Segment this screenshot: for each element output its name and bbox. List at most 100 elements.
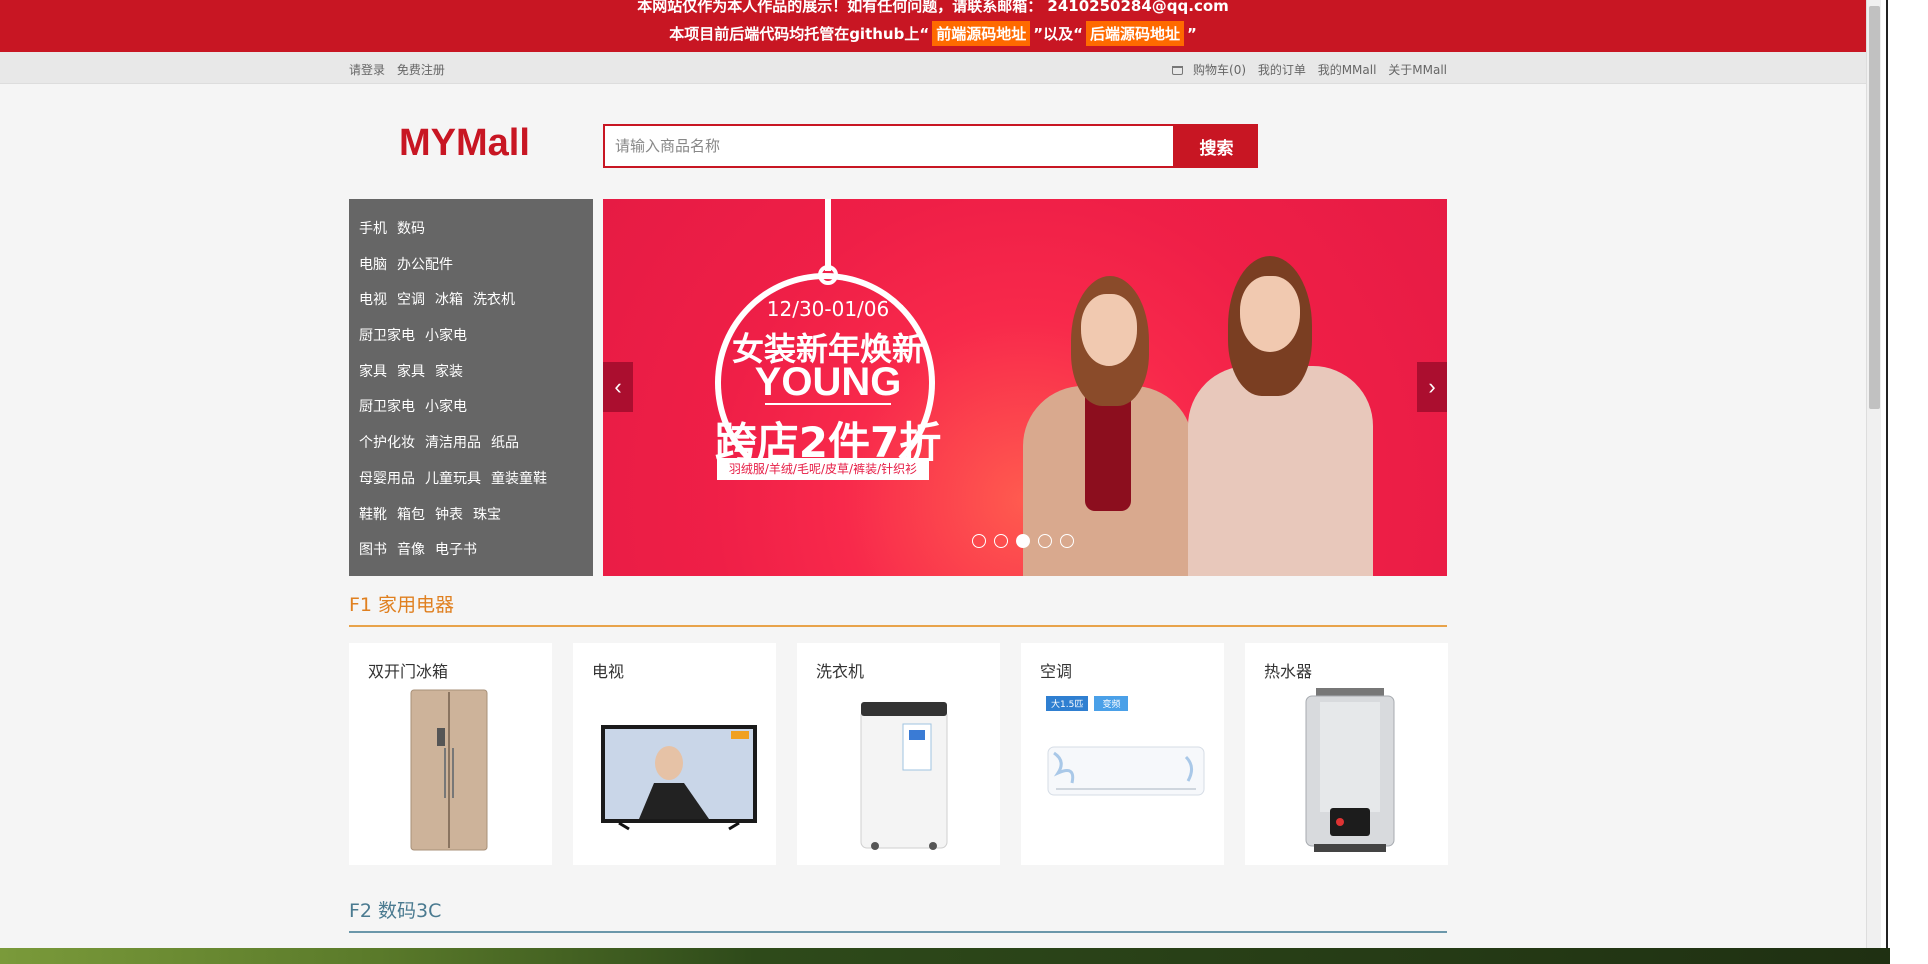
category-link[interactable]: 童装童鞋 bbox=[491, 471, 547, 487]
floor-divider-f1 bbox=[349, 625, 1447, 627]
category-row: 电视 空调 冰箱 洗衣机 bbox=[359, 289, 593, 325]
category-link[interactable]: 电子书 bbox=[435, 542, 477, 558]
page-scrollbar[interactable] bbox=[1866, 0, 1881, 952]
carousel-prev-button[interactable]: ‹ bbox=[603, 362, 633, 412]
product-card-washer[interactable]: 洗衣机 bbox=[797, 643, 1000, 865]
category-link[interactable]: 珠宝 bbox=[473, 507, 501, 523]
category-link[interactable]: 小家电 bbox=[425, 399, 467, 415]
cart-icon bbox=[1172, 66, 1184, 75]
category-link[interactable]: 洗衣机 bbox=[473, 292, 515, 308]
about-link[interactable]: 关于MMall bbox=[1388, 63, 1447, 77]
category-link[interactable]: 数码 bbox=[397, 221, 425, 237]
site-logo[interactable]: MYMall bbox=[399, 122, 530, 165]
carousel-next-button[interactable]: › bbox=[1417, 362, 1447, 412]
my-mall-link[interactable]: 我的MMall bbox=[1318, 63, 1377, 77]
category-link[interactable]: 纸品 bbox=[491, 435, 519, 451]
chevron-right-icon: › bbox=[1428, 374, 1436, 399]
category-link[interactable]: 母婴用品 bbox=[359, 471, 415, 487]
category-row: 母婴用品 儿童玩具 童装童鞋 bbox=[359, 468, 593, 504]
promo-young: YOUNG bbox=[754, 360, 902, 404]
carousel-dot[interactable] bbox=[1060, 534, 1074, 548]
cart-link[interactable]: 购物车(0) bbox=[1172, 63, 1246, 77]
category-link[interactable]: 家具 bbox=[359, 364, 387, 380]
ac-badge: 变频 bbox=[1094, 696, 1129, 711]
category-link[interactable]: 音像 bbox=[397, 542, 425, 558]
login-link[interactable]: 请登录 bbox=[349, 63, 385, 77]
category-row: 手机 数码 bbox=[359, 218, 593, 254]
register-link[interactable]: 免费注册 bbox=[397, 63, 445, 77]
category-link[interactable]: 家装 bbox=[435, 364, 463, 380]
notice-prefix: 本项目前后端代码均托管在github上“ bbox=[669, 25, 930, 43]
promo-tags: 羽绒服/羊绒/毛呢/皮草/裤装/针织衫 bbox=[717, 458, 929, 480]
promo-banner[interactable]: 12/30-01/06 女装新年焕新 YOUNG 跨店2件7折 羽绒服/羊绒/毛… bbox=[603, 199, 1447, 576]
cart-label: 购物车(0) bbox=[1193, 63, 1247, 77]
product-name: 双开门冰箱 bbox=[368, 662, 449, 681]
category-row: 鞋靴 箱包 钟表 珠宝 bbox=[359, 504, 593, 540]
category-row: 电脑 办公配件 bbox=[359, 254, 593, 290]
product-card-ac[interactable]: 空调 大1.5匹 变频 bbox=[1021, 643, 1224, 865]
category-link[interactable]: 图书 bbox=[359, 542, 387, 558]
top-nav-bar: 请登录 免费注册 购物车(0) 我的订单 我的MMall 关于MMall bbox=[0, 52, 1866, 84]
search-input[interactable] bbox=[603, 124, 1175, 168]
promo-divider bbox=[765, 403, 891, 405]
floor-divider-f2 bbox=[349, 931, 1447, 933]
product-name: 空调 bbox=[1040, 662, 1073, 681]
my-orders-link[interactable]: 我的订单 bbox=[1258, 63, 1306, 77]
category-link[interactable]: 空调 bbox=[397, 292, 425, 308]
category-link[interactable]: 清洁用品 bbox=[425, 435, 481, 451]
water-heater-icon bbox=[1305, 688, 1395, 852]
category-link[interactable]: 家具 bbox=[397, 364, 425, 380]
chevron-left-icon: ‹ bbox=[614, 374, 622, 399]
frontend-source-link[interactable]: 前端源码地址 bbox=[932, 21, 1031, 46]
product-card-fridge[interactable]: 双开门冰箱 bbox=[349, 643, 552, 865]
category-menu: 手机 数码 电脑 办公配件 电视 空调 冰箱 洗衣机 厨卫家电 小家电 家具 家具 家装 厨卫家… bbox=[349, 199, 593, 576]
category-link[interactable]: 厨卫家电 bbox=[359, 399, 415, 415]
category-row: 厨卫家电 小家电 bbox=[359, 396, 593, 432]
ac-badge: 大1.5匹 bbox=[1046, 696, 1089, 711]
category-link[interactable]: 手机 bbox=[359, 221, 387, 237]
notice-line-github: 本项目前后端代码均托管在github上“ 前端源码地址 ”以及“ 后端源码地址” bbox=[0, 21, 1866, 46]
carousel-dot[interactable] bbox=[994, 534, 1008, 548]
product-name: 热水器 bbox=[1264, 662, 1313, 681]
banner-hang-line bbox=[825, 199, 831, 271]
category-link[interactable]: 厨卫家电 bbox=[359, 328, 415, 344]
category-row: 图书 音像 电子书 bbox=[359, 539, 593, 575]
notice-line-email: 本网站仅作为本人作品的展示！如有任何问题，请联系邮箱： 2410250284@q… bbox=[637, 0, 1229, 15]
model-right-sweater bbox=[1188, 366, 1373, 576]
carousel-dot[interactable] bbox=[972, 534, 986, 548]
notice-suffix: ” bbox=[1186, 25, 1197, 43]
category-link[interactable]: 个护化妆 bbox=[359, 435, 415, 451]
category-link[interactable]: 电视 bbox=[359, 292, 387, 308]
category-link[interactable]: 钟表 bbox=[435, 507, 463, 523]
category-link[interactable]: 冰箱 bbox=[435, 292, 463, 308]
product-card-water-heater[interactable]: 热水器 bbox=[1245, 643, 1448, 865]
user-links: 购物车(0) 我的订单 我的MMall 关于MMall bbox=[1164, 61, 1447, 78]
floor-title-f2: F2 数码3C bbox=[349, 900, 442, 922]
carousel-dot-active[interactable] bbox=[1016, 534, 1030, 548]
scrollbar-thumb[interactable] bbox=[1869, 6, 1880, 409]
product-card-tv[interactable]: 电视 bbox=[573, 643, 776, 865]
carousel-dot[interactable] bbox=[1038, 534, 1052, 548]
category-link[interactable]: 小家电 bbox=[425, 328, 467, 344]
carousel-indicators bbox=[972, 534, 1082, 552]
notice-middle: ”以及“ bbox=[1033, 25, 1083, 43]
window-edge-divider bbox=[1886, 0, 1888, 964]
tv-icon bbox=[601, 725, 757, 831]
window-edge bbox=[1881, 0, 1928, 964]
category-link[interactable]: 电脑 bbox=[359, 257, 387, 273]
desktop-taskbar bbox=[0, 948, 1890, 964]
ac-badges: 大1.5匹 变频 bbox=[1046, 696, 1129, 711]
category-row: 家具 家具 家装 bbox=[359, 361, 593, 397]
category-link[interactable]: 鞋靴 bbox=[359, 507, 387, 523]
category-link[interactable]: 箱包 bbox=[397, 507, 425, 523]
ac-icon bbox=[1047, 746, 1205, 796]
category-link[interactable]: 儿童玩具 bbox=[425, 471, 481, 487]
promo-date: 12/30-01/06 bbox=[766, 297, 890, 321]
category-link[interactable]: 办公配件 bbox=[397, 257, 453, 273]
fridge-icon bbox=[410, 689, 488, 851]
notice-bar: 本网站仅作为本人作品的展示！如有任何问题，请联系邮箱： 2410250284@q… bbox=[0, 0, 1866, 52]
product-name: 电视 bbox=[592, 662, 625, 681]
search-button[interactable]: 搜索 bbox=[1175, 124, 1258, 168]
backend-source-link[interactable]: 后端源码地址 bbox=[1085, 21, 1184, 46]
model-right-illustration bbox=[1188, 256, 1373, 576]
